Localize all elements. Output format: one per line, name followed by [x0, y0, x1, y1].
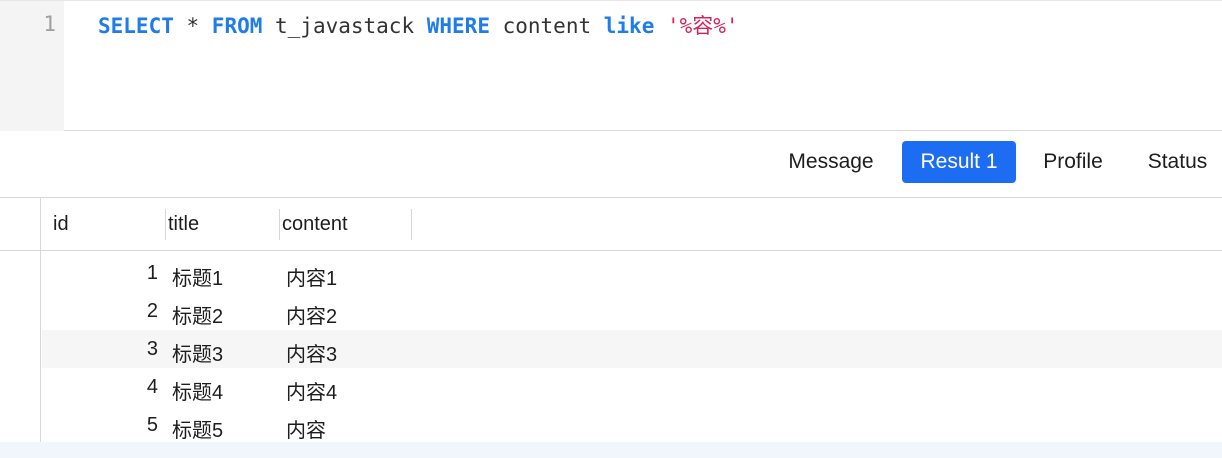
table-row[interactable]: 2 标题2 内容2	[42, 292, 1222, 330]
column-divider[interactable]	[411, 209, 412, 240]
cell-content[interactable]: 内容	[286, 414, 326, 443]
cell-title[interactable]: 标题3	[172, 338, 223, 367]
column-header-title[interactable]: title	[168, 213, 199, 236]
cell-content[interactable]: 内容1	[286, 262, 337, 291]
tab-result-1[interactable]: Result 1	[902, 141, 1016, 183]
grid-bottom-strip	[0, 442, 1222, 458]
column-divider[interactable]	[279, 209, 280, 240]
sql-code-line[interactable]: SELECT * FROM t_javastack WHERE content …	[98, 12, 739, 40]
sql-string-literal: '%容%'	[667, 14, 739, 38]
cell-title[interactable]: 标题1	[172, 262, 223, 291]
sql-text: content	[489, 14, 604, 38]
cell-content[interactable]: 内容4	[286, 376, 337, 405]
result-grid[interactable]: id title content 1 标题1 内容1 2 标题2 内容2 3 标…	[0, 198, 1222, 458]
sql-text: *	[173, 14, 212, 38]
sql-keyword: like	[603, 14, 655, 38]
table-row[interactable]: 1 标题1 内容1	[42, 254, 1222, 292]
cell-content[interactable]: 内容3	[286, 338, 337, 367]
cell-id[interactable]: 4	[42, 376, 158, 399]
sql-text: t_javastack	[262, 14, 427, 38]
line-number: 1	[43, 12, 56, 36]
cell-id[interactable]: 1	[42, 262, 158, 285]
query-window: 1 SELECT * FROM t_javastack WHERE conten…	[0, 0, 1222, 458]
cell-title[interactable]: 标题2	[172, 300, 223, 329]
cell-title[interactable]: 标题4	[172, 376, 223, 405]
sql-keyword: WHERE	[426, 14, 490, 38]
sql-editor[interactable]: 1 SELECT * FROM t_javastack WHERE conten…	[0, 0, 1222, 131]
line-gutter: 1	[0, 1, 64, 131]
sql-keyword: SELECT	[98, 14, 174, 38]
column-header-content[interactable]: content	[282, 213, 348, 236]
table-row[interactable]: 4 标题4 内容4	[42, 368, 1222, 406]
cell-id[interactable]: 2	[42, 300, 158, 323]
cell-id[interactable]: 5	[42, 414, 158, 437]
cell-title[interactable]: 标题5	[172, 414, 223, 443]
cell-content[interactable]: 内容2	[286, 300, 337, 329]
table-row[interactable]: 5 标题5 内容	[42, 406, 1222, 444]
tab-message[interactable]: Message	[771, 141, 891, 183]
column-divider[interactable]	[165, 209, 166, 240]
tab-status[interactable]: Status	[1133, 141, 1222, 183]
tab-profile[interactable]: Profile	[1027, 141, 1119, 183]
column-header-id[interactable]: id	[53, 213, 69, 236]
result-tabs: Message Result 1 Profile Status	[0, 131, 1222, 198]
table-row[interactable]: 3 标题3 内容3	[42, 330, 1222, 368]
grid-header: id title content	[0, 198, 1222, 251]
sql-keyword: FROM	[211, 14, 263, 38]
cell-id[interactable]: 3	[42, 338, 158, 361]
